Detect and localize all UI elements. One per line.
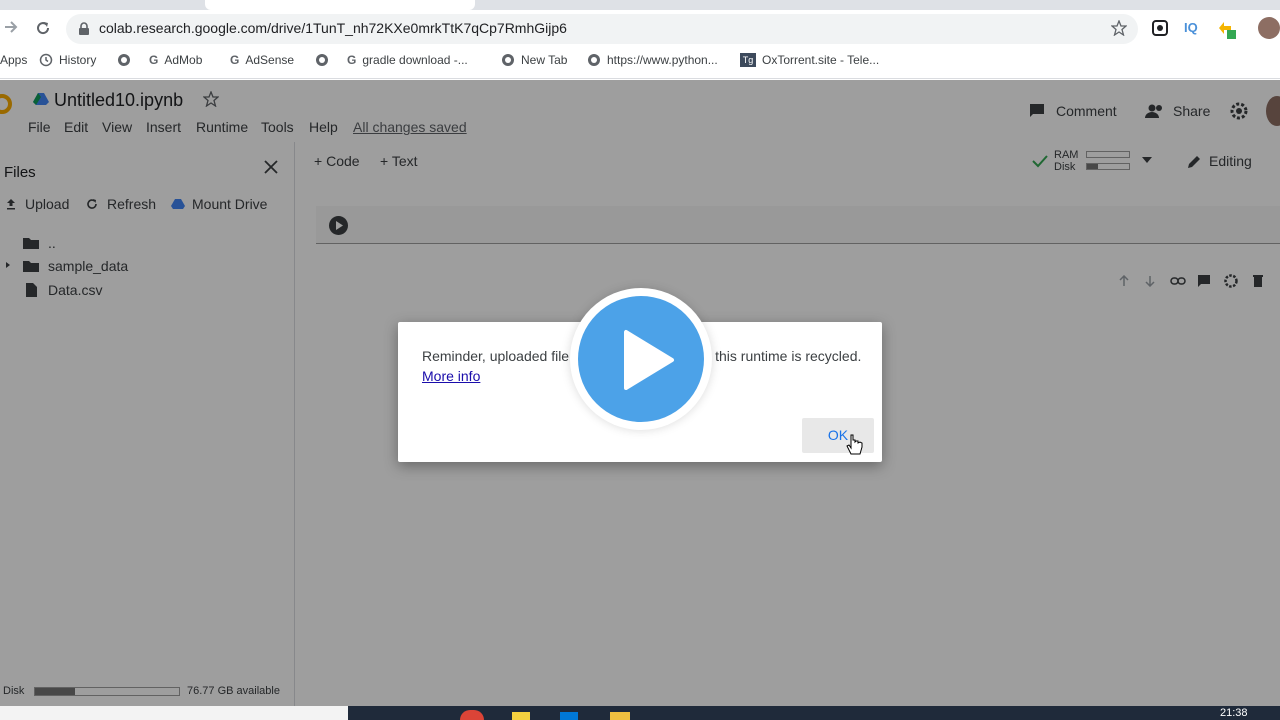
profile-avatar[interactable] xyxy=(1258,17,1280,39)
active-tab[interactable] xyxy=(205,0,475,10)
dialog-message-right: this runtime is recycled. xyxy=(715,348,862,364)
sticky-notes-taskbar-icon[interactable] xyxy=(512,712,530,720)
url-text[interactable]: colab.research.google.com/drive/1TunT_nh… xyxy=(99,20,567,36)
reload-icon[interactable] xyxy=(35,20,51,36)
bookmark-apps[interactable]: Apps xyxy=(0,51,27,69)
iq-extension-icon[interactable]: IQ xyxy=(1184,20,1198,35)
bookmark-oxtorrent[interactable]: Tg OxTorrent.site - Tele... xyxy=(740,51,879,69)
video-play-icon xyxy=(624,330,674,390)
bookmark-history[interactable]: History xyxy=(39,51,96,69)
chrome-taskbar-icon[interactable] xyxy=(460,710,484,720)
bookmark-globe[interactable] xyxy=(117,51,131,69)
tab-strip xyxy=(0,0,1280,10)
edge-taskbar-icon[interactable] xyxy=(560,712,578,720)
bookmark-label: https://www.python... xyxy=(607,53,718,67)
bookmark-label: AdSense xyxy=(245,53,295,67)
more-info-link[interactable]: More info xyxy=(422,368,480,384)
tg-icon: Tg xyxy=(740,53,756,67)
bookmark-globe-2[interactable] xyxy=(315,51,329,69)
bookmark-label: OxTorrent.site - Tele... xyxy=(762,53,880,67)
bookmark-label: Apps xyxy=(0,53,28,67)
forward-icon[interactable] xyxy=(4,20,18,34)
video-play-circle xyxy=(578,296,704,422)
browser-chrome: colab.research.google.com/drive/1TunT_nh… xyxy=(0,0,1280,79)
bookmark-gradle[interactable]: G gradle download -... xyxy=(347,51,468,69)
globe-icon xyxy=(118,54,130,66)
bookmark-adsense[interactable]: G AdSense xyxy=(230,51,294,69)
globe-icon xyxy=(502,54,514,66)
extension-icon[interactable] xyxy=(1152,20,1168,36)
google-g-icon: G xyxy=(347,53,357,67)
mouse-cursor-hand-icon xyxy=(846,434,863,455)
file-explorer-taskbar-icon[interactable] xyxy=(610,712,630,720)
history-icon xyxy=(39,53,53,67)
bookmark-python[interactable]: https://www.python... xyxy=(587,51,718,69)
video-play-overlay-button[interactable] xyxy=(570,288,712,430)
google-g-icon: G xyxy=(149,53,159,67)
lock-icon[interactable] xyxy=(78,22,90,36)
bookmark-admob[interactable]: G AdMob xyxy=(149,51,202,69)
taskbar-search-box[interactable] xyxy=(0,706,348,720)
bookmark-label: New Tab xyxy=(521,53,568,67)
bookmark-star-icon[interactable] xyxy=(1111,20,1127,36)
dialog-message-left: Reminder, uploaded file xyxy=(422,348,570,364)
globe-icon xyxy=(316,54,328,66)
bookmark-label: gradle download -... xyxy=(362,53,468,67)
bookmark-label: AdMob xyxy=(164,53,203,67)
taskbar-clock[interactable]: 21:38 xyxy=(1220,707,1248,719)
bookmark-new-tab[interactable]: New Tab xyxy=(501,51,567,69)
google-g-icon: G xyxy=(230,53,240,67)
globe-icon xyxy=(588,54,600,66)
bookmark-label: History xyxy=(59,53,97,67)
green-extension-icon[interactable] xyxy=(1215,18,1237,40)
